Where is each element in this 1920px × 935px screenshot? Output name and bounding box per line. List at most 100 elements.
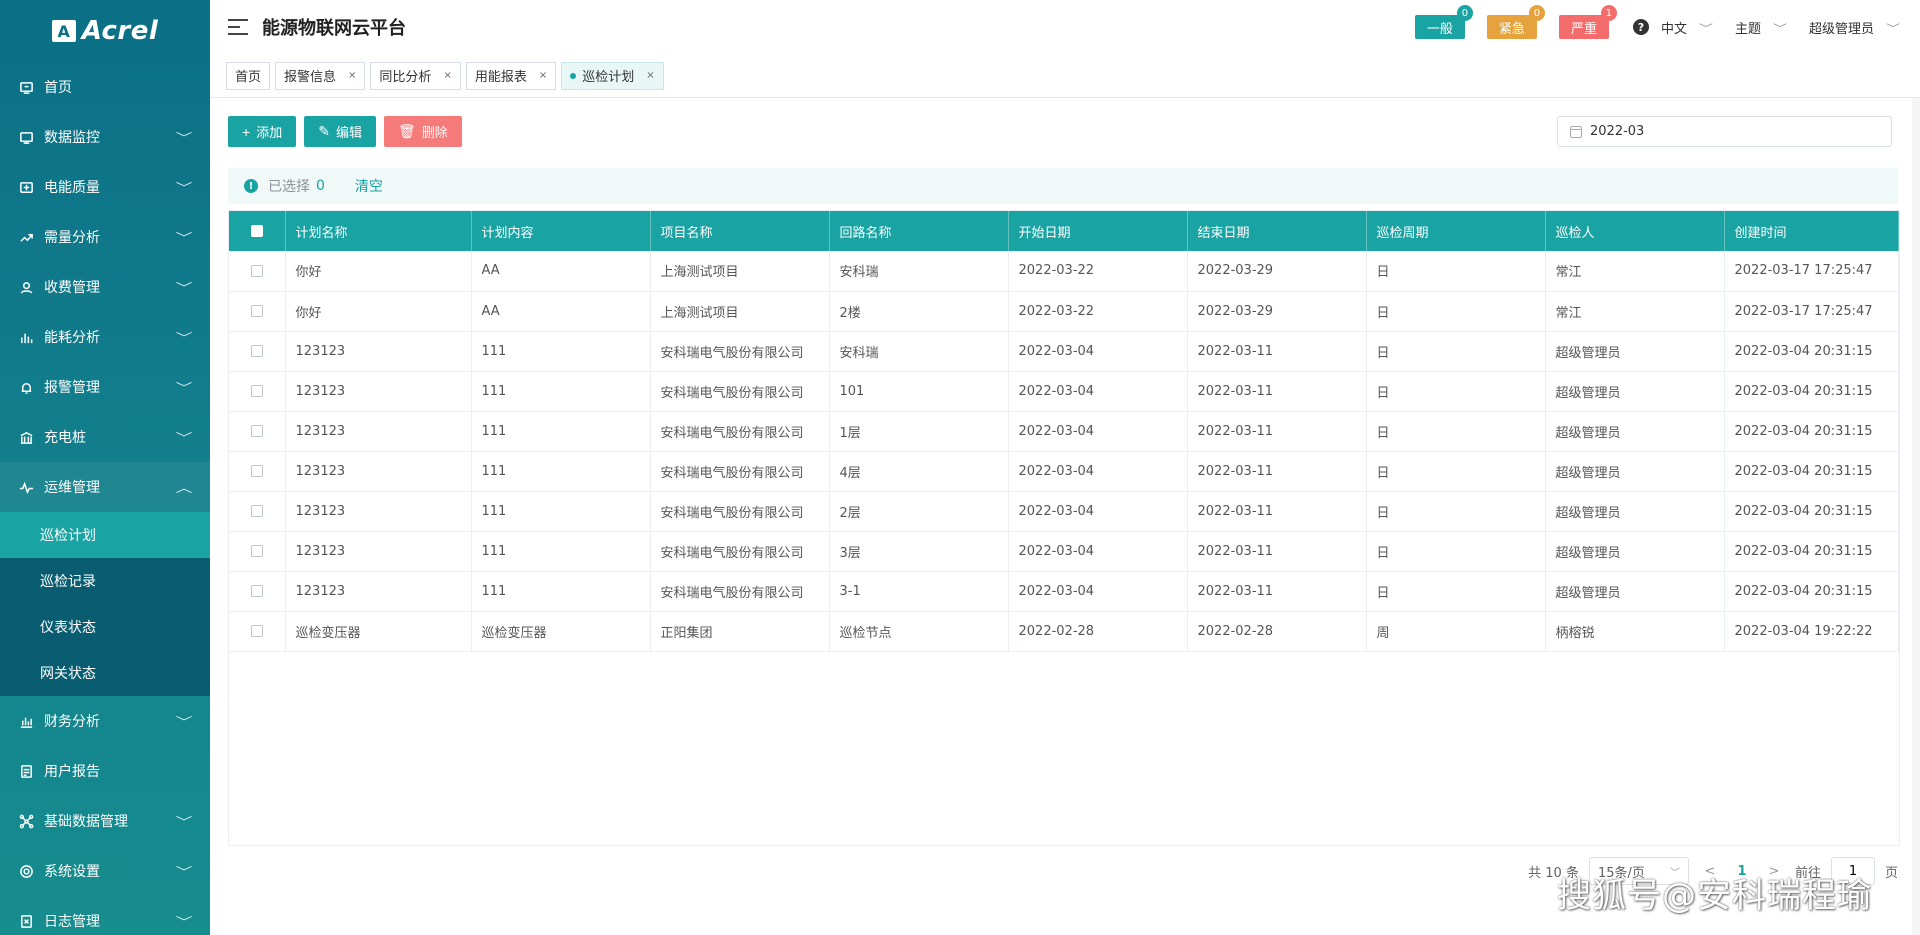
clear-selection-link[interactable]: 清空 — [355, 176, 383, 196]
table-row[interactable]: 你好 AA 上海测试项目 2楼 2022-03-22 2022-03-29 日常江 2022-… — [229, 291, 1899, 332]
table-cell: 2022-02-28 — [1187, 611, 1367, 652]
theme-switch[interactable]: 主题 ﹀ — [1735, 18, 1787, 37]
tab-2[interactable]: 同比分析 × — [370, 61, 461, 90]
info-icon: ! — [244, 179, 258, 193]
table-cell: 常江 — [1545, 291, 1725, 332]
row-checkbox[interactable] — [250, 305, 263, 317]
table-row[interactable]: 123123 111 安科瑞电气股份有限公司 3层 2022-03-04 2022-03-… — [229, 531, 1899, 572]
sidebar-item-label: 日志管理 — [44, 914, 100, 930]
tab-3[interactable]: 用能报表 × — [465, 61, 557, 90]
sidebar-item-b4[interactable]: 日志管理 ﹀ — [0, 896, 210, 935]
table-row[interactable]: 123123 111 安科瑞电气股份有限公司 4层 2022-03-04 2022-03-… — [229, 451, 1899, 492]
row-checkbox[interactable] — [250, 264, 263, 277]
table-cell: 111 — [471, 451, 651, 492]
tab-1[interactable]: 报警信息 × — [275, 61, 366, 90]
vertical-scrollbar[interactable] — [1912, 98, 1920, 935]
table-row[interactable]: 123123 111 安科瑞电气股份有限公司 安科瑞 2022-03-04 2022-03… — [229, 331, 1899, 372]
delete-button[interactable]: 🗑 删除 — [383, 116, 462, 147]
sidebar-item-b0[interactable]: 财务分析 ﹀ — [0, 696, 210, 746]
table-cell: 2022-03-22 — [1008, 291, 1188, 332]
submenu-item-0[interactable]: 巡检计划 — [0, 512, 210, 558]
sidebar-item-a2[interactable]: 电能质量 ﹀ — [0, 162, 210, 212]
table-cell: 安科瑞电气股份有限公司 — [650, 451, 830, 492]
table-row[interactable]: 123123 111 安科瑞电气股份有限公司 2层 2022-03-04 2022-03-… — [229, 491, 1899, 532]
sidebar-item-a0[interactable]: 首页 — [0, 62, 210, 112]
language-switch[interactable]: ? 中文 ﹀ — [1632, 18, 1713, 37]
tab-label: 报警信息 — [284, 70, 337, 85]
table-cell: 111 — [471, 371, 651, 412]
row-select-cell — [229, 571, 286, 612]
alarm-button-0[interactable]: 一般 0 — [1414, 5, 1473, 39]
table-row[interactable]: 123123 111 安科瑞电气股份有限公司 1层 2022-03-04 2022-03-… — [229, 411, 1899, 452]
sidebar-item-label: 充电桩 — [44, 430, 86, 446]
sidebar-item-a5[interactable]: 能耗分析 ﹀ — [0, 312, 210, 362]
sidebar-item-a6[interactable]: 报警管理 ﹀ — [0, 362, 210, 412]
language-label: 中文 — [1660, 21, 1687, 37]
submenu-item-1[interactable]: 巡检记录 — [0, 558, 210, 604]
tab-label: 用能报表 — [474, 70, 527, 85]
table-row[interactable]: 你好 AA 上海测试项目 安科瑞 2022-03-22 2022-03-29 日常江 2022… — [229, 251, 1899, 292]
column-header-6: 巡检周期 — [1366, 211, 1546, 251]
row-select-cell — [229, 291, 286, 332]
table-row[interactable]: 巡检变压器 巡检变压器 正阳集团 巡检节点 2022-02-28 2022-02-28 周柄… — [229, 611, 1899, 652]
row-checkbox[interactable] — [250, 345, 263, 357]
row-checkbox[interactable] — [250, 585, 263, 597]
chevron-down-icon: ﹀ — [1886, 23, 1900, 35]
alarm-button-1[interactable]: 紧急 0 — [1486, 5, 1545, 39]
row-checkbox[interactable] — [250, 385, 263, 397]
table-cell: 2022-03-11 — [1187, 331, 1367, 372]
table-cell: 安科瑞 — [829, 251, 1009, 292]
sidebar-item-a7[interactable]: 充电桩 ﹀ — [0, 412, 210, 462]
bank-icon — [18, 429, 34, 445]
help-icon[interactable]: ? — [1632, 19, 1649, 35]
add-button[interactable]: + 添加 — [228, 116, 297, 147]
close-icon[interactable]: × — [443, 70, 451, 81]
tabs-bar: 首页 报警信息 × 同比分析 × 用能报表 × 巡检计划 × — [210, 54, 1920, 98]
pulse-icon — [18, 479, 34, 495]
column-header-4: 开始日期 — [1008, 211, 1188, 251]
tab-0[interactable]: 首页 — [226, 61, 271, 90]
month-picker[interactable]: 2022-03 — [1557, 116, 1892, 147]
table-cell: 2022-03-04 — [1008, 411, 1188, 452]
submenu-item-3[interactable]: 网关状态 — [0, 650, 210, 696]
sidebar-item-b1[interactable]: 用户报告 — [0, 746, 210, 796]
table-row[interactable]: 123123 111 安科瑞电气股份有限公司 3-1 2022-03-04 2022-03… — [229, 571, 1899, 612]
table-cell: 2022-03-04 20:31:15 — [1724, 571, 1899, 612]
select-all-checkbox[interactable] — [250, 225, 263, 237]
submenu-item-2[interactable]: 仪表状态 — [0, 604, 210, 650]
logo-mark: A — [51, 20, 76, 42]
table-cell: 安科瑞电气股份有限公司 — [650, 491, 830, 532]
sidebar-item-a3[interactable]: 需量分析 ﹀ — [0, 212, 210, 262]
row-checkbox[interactable] — [250, 465, 263, 477]
table-row[interactable]: 123123 111 安科瑞电气股份有限公司 101 2022-03-04 2022-03… — [229, 371, 1899, 412]
table-cell: 日 — [1366, 371, 1546, 412]
tab-4[interactable]: 巡检计划 × — [561, 61, 664, 90]
close-icon[interactable]: × — [348, 70, 356, 81]
sidebar-item-b2[interactable]: 基础数据管理 ﹀ — [0, 796, 210, 846]
row-checkbox[interactable] — [250, 545, 263, 557]
table-cell: 2022-03-11 — [1187, 491, 1367, 532]
sidebar-item-b3[interactable]: 系统设置 ﹀ — [0, 846, 210, 896]
finance-icon — [18, 713, 34, 729]
table-cell: 上海测试项目 — [650, 291, 830, 332]
calendar-icon — [1570, 125, 1582, 138]
header: 能源物联网云平台 一般 0 紧急 0 严重 1 ? 中文 ﹀ 主题 ﹀ 超级管理员 ﹀ — [210, 0, 1920, 54]
sidebar-item-a8[interactable]: 运维管理 ︿ — [0, 462, 210, 512]
edit-button[interactable]: ✎ 编辑 — [304, 116, 376, 147]
row-checkbox[interactable] — [250, 425, 263, 437]
sidebar-item-label: 运维管理 — [44, 480, 100, 496]
table-cell: 安科瑞电气股份有限公司 — [650, 531, 830, 572]
tab-label: 首页 — [235, 70, 262, 85]
table-cell: 正阳集团 — [650, 611, 830, 652]
alarm-button-2[interactable]: 严重 1 — [1558, 5, 1617, 39]
close-icon[interactable]: × — [646, 70, 654, 81]
close-icon[interactable]: × — [539, 70, 547, 81]
user-menu[interactable]: 超级管理员 ﹀ — [1809, 18, 1900, 37]
sidebar-item-a1[interactable]: 数据监控 ﹀ — [0, 112, 210, 162]
sidebar-item-a4[interactable]: 收费管理 ﹀ — [0, 262, 210, 312]
column-header-3: 回路名称 — [829, 211, 1009, 251]
menu-toggle-icon[interactable] — [228, 19, 248, 35]
row-checkbox[interactable] — [250, 505, 263, 517]
chevron-down-icon: ﹀ — [175, 714, 193, 729]
row-checkbox[interactable] — [250, 625, 263, 637]
